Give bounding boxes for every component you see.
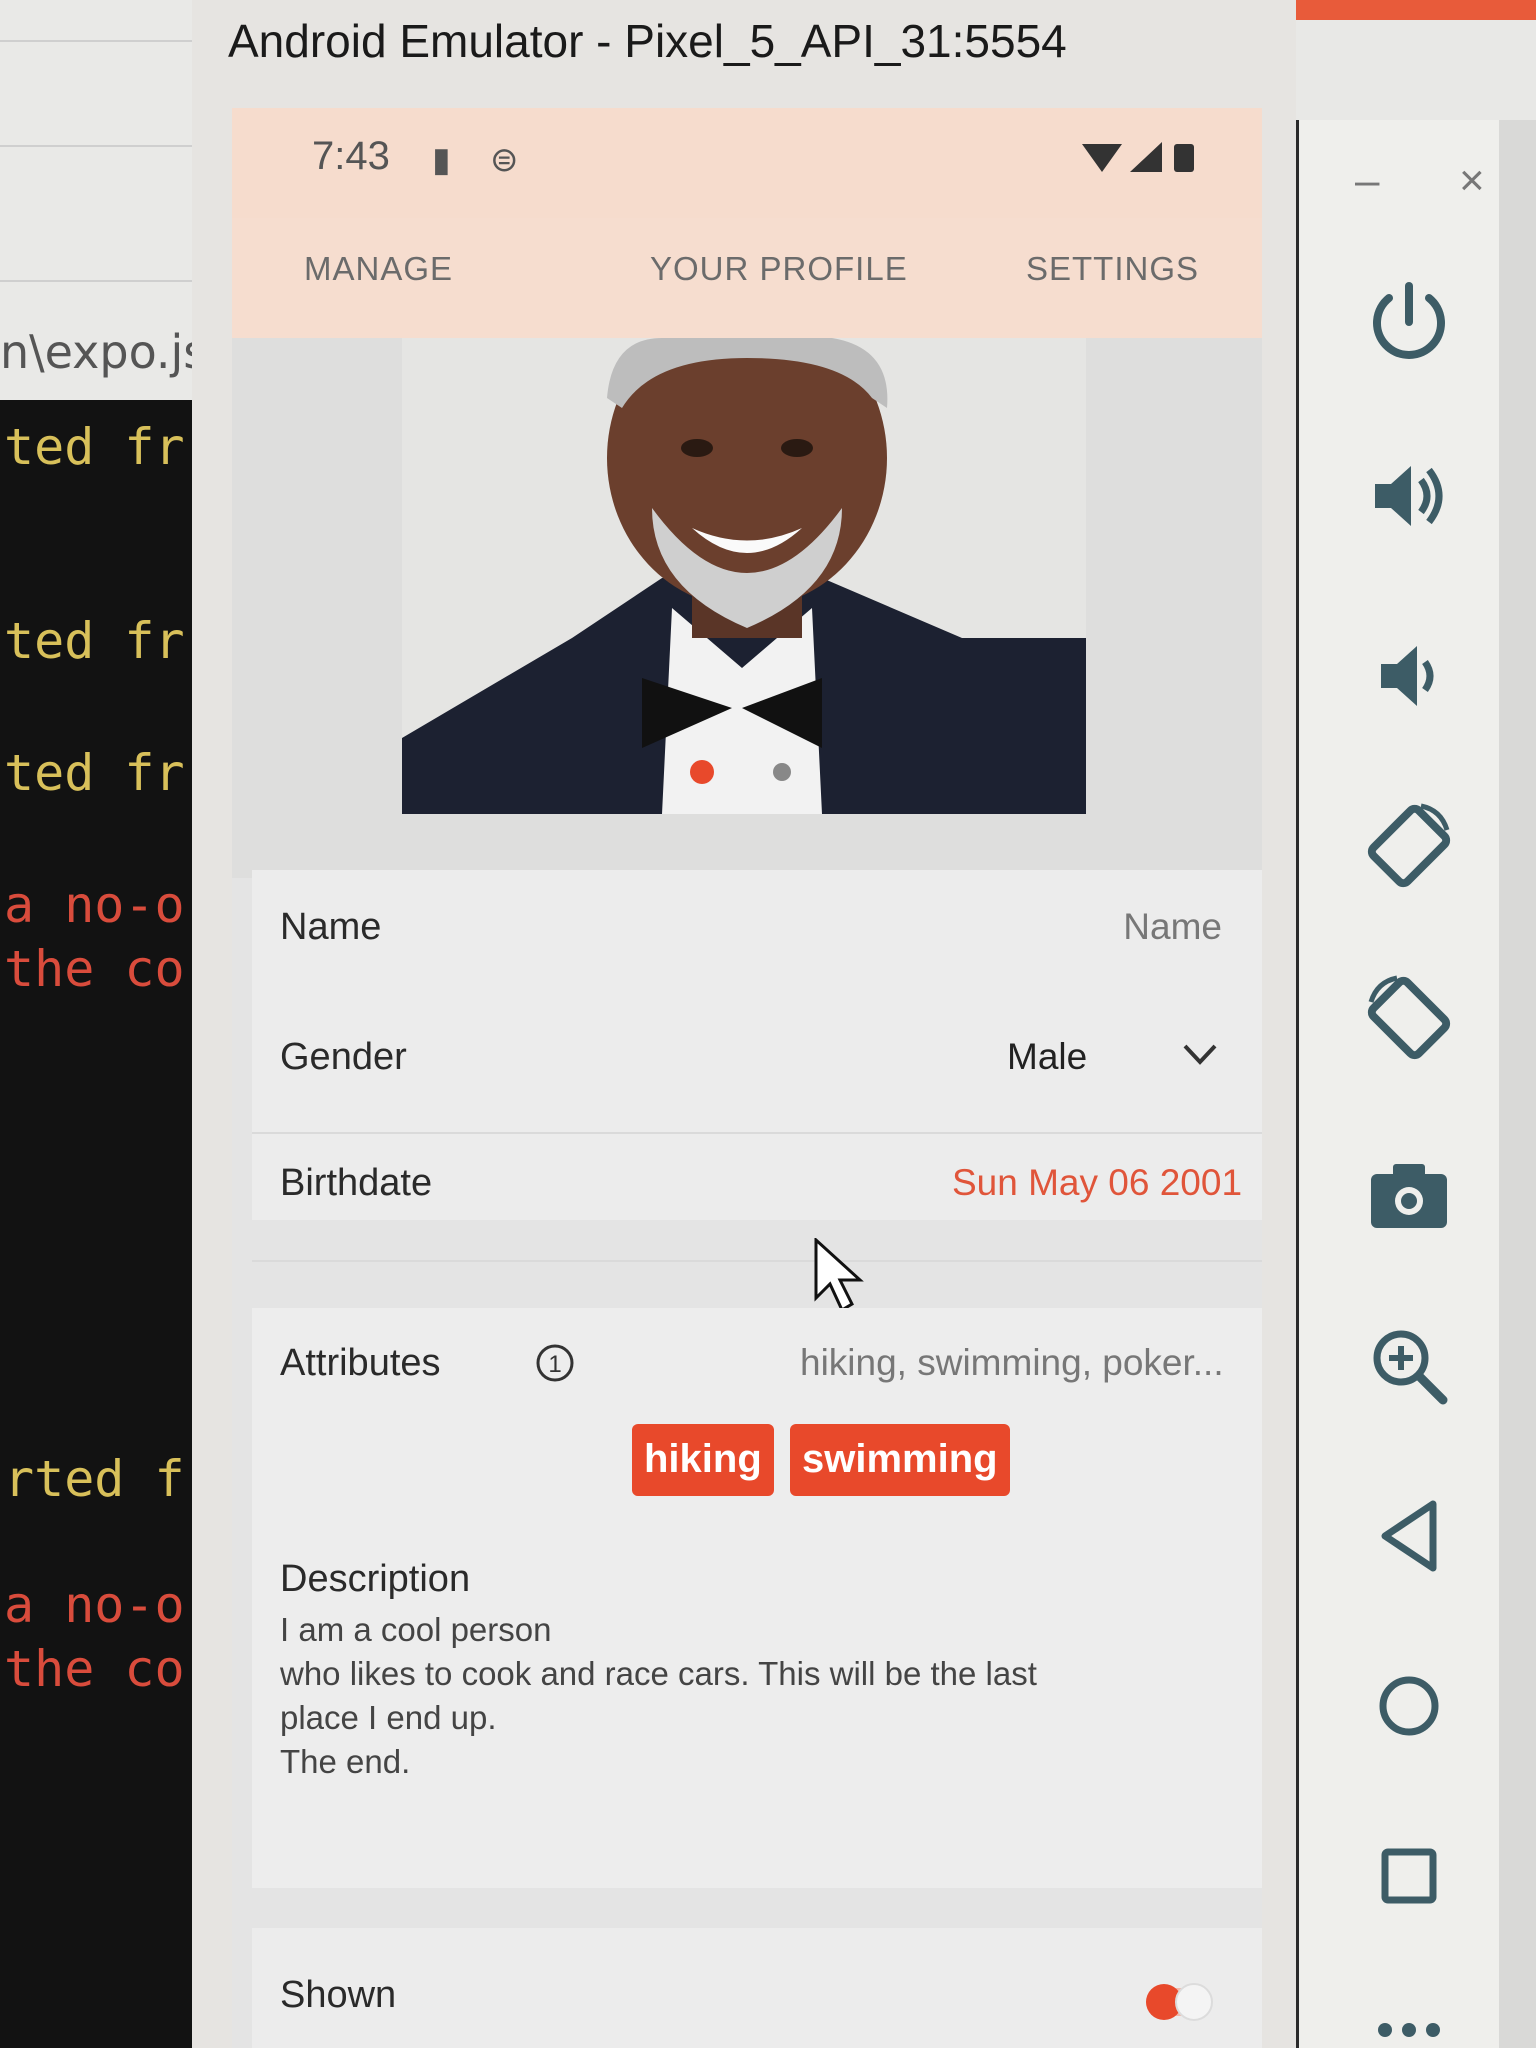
birthdate-picker[interactable]: Sun May 06 2001 <box>952 1162 1242 1204</box>
more-icon[interactable] <box>1363 2000 1455 2040</box>
sd-card-icon: ▮ <box>432 141 451 179</box>
close-button[interactable]: × <box>1459 156 1485 206</box>
terminal-line: the co <box>4 1640 185 1698</box>
emulator-window: Android Emulator - Pixel_5_API_31:5554 7… <box>192 0 1296 2048</box>
minimize-button[interactable]: – <box>1355 156 1379 206</box>
back-icon[interactable] <box>1363 1490 1455 1582</box>
shown-card: Shown <box>252 1928 1262 2048</box>
chevron-down-icon[interactable] <box>1182 1040 1218 1073</box>
info-icon[interactable]: 1 <box>534 1342 576 1389</box>
description-text[interactable]: I am a cool person who likes to cook and… <box>280 1608 1037 1784</box>
terminal-path: n\expo.js <box>0 325 208 379</box>
attributes-label: Attributes <box>280 1342 441 1384</box>
shown-toggle[interactable] <box>1142 1976 1222 2033</box>
status-time: 7:43 <box>312 134 390 178</box>
terminal-line: ted fr <box>4 418 185 476</box>
profile-photo[interactable] <box>402 338 1086 814</box>
volume-down-icon[interactable] <box>1363 630 1455 722</box>
volume-up-icon[interactable] <box>1363 450 1455 542</box>
phone-screen: 7:43 ▮ ⊜ MANAGE YOUR PROFILE SETTINGS Na… <box>232 108 1262 2048</box>
name-label: Name <box>280 906 382 948</box>
notification-icon: ⊜ <box>490 141 519 179</box>
attributes-card: Attributes 1 hiking, swimming, poker... … <box>252 1308 1262 1888</box>
mouse-cursor-icon <box>814 1236 866 1319</box>
rotate-right-icon[interactable] <box>1363 972 1455 1064</box>
tab-your-profile[interactable]: YOUR PROFILE <box>650 250 908 288</box>
emulator-toolbar: – × <box>1296 120 1499 2048</box>
status-bar: 7:43 ▮ ⊜ <box>232 108 1262 218</box>
name-input[interactable]: Name <box>1123 906 1222 948</box>
attribute-chips: hiking swimming <box>632 1424 1052 1496</box>
home-icon[interactable] <box>1363 1660 1455 1752</box>
terminal-line: ted fr <box>4 744 185 802</box>
terminal-line: a no-o <box>4 1576 185 1634</box>
attribute-chip[interactable]: swimming <box>790 1424 1010 1496</box>
profile-fields-card: Name Name Gender Male Birthdate Sun May … <box>252 870 1262 1220</box>
divider <box>252 1260 1262 1262</box>
camera-icon[interactable] <box>1363 1150 1455 1242</box>
svg-text:1: 1 <box>548 1351 561 1378</box>
emulator-title: Android Emulator - Pixel_5_API_31:5554 <box>228 15 1067 67</box>
terminal-line: the co <box>4 940 185 998</box>
divider <box>252 1132 1262 1134</box>
shown-label: Shown <box>280 1974 397 2016</box>
rotate-left-icon[interactable] <box>1363 800 1455 892</box>
gender-label: Gender <box>280 1036 407 1078</box>
terminal-line: a no-o <box>4 876 185 934</box>
terminal-line: ted fr <box>4 612 185 670</box>
description-label: Description <box>280 1558 471 1600</box>
signal-battery-icons <box>1082 138 1202 187</box>
power-icon[interactable] <box>1363 276 1455 368</box>
birthdate-label: Birthdate <box>280 1162 433 1204</box>
profile-photo-image <box>402 338 1086 814</box>
wifi-signal-battery-icon <box>1082 142 1194 172</box>
tab-manage[interactable]: MANAGE <box>304 250 453 288</box>
gender-select[interactable]: Male <box>1007 1036 1087 1078</box>
attributes-input[interactable]: hiking, swimming, poker... <box>800 1342 1224 1384</box>
zoom-in-icon[interactable] <box>1363 1320 1455 1412</box>
overview-icon[interactable] <box>1363 1830 1455 1922</box>
terminal-line: rted fr <box>4 1450 215 1508</box>
tab-settings[interactable]: SETTINGS <box>1026 250 1199 288</box>
attribute-chip[interactable]: hiking <box>632 1424 774 1496</box>
